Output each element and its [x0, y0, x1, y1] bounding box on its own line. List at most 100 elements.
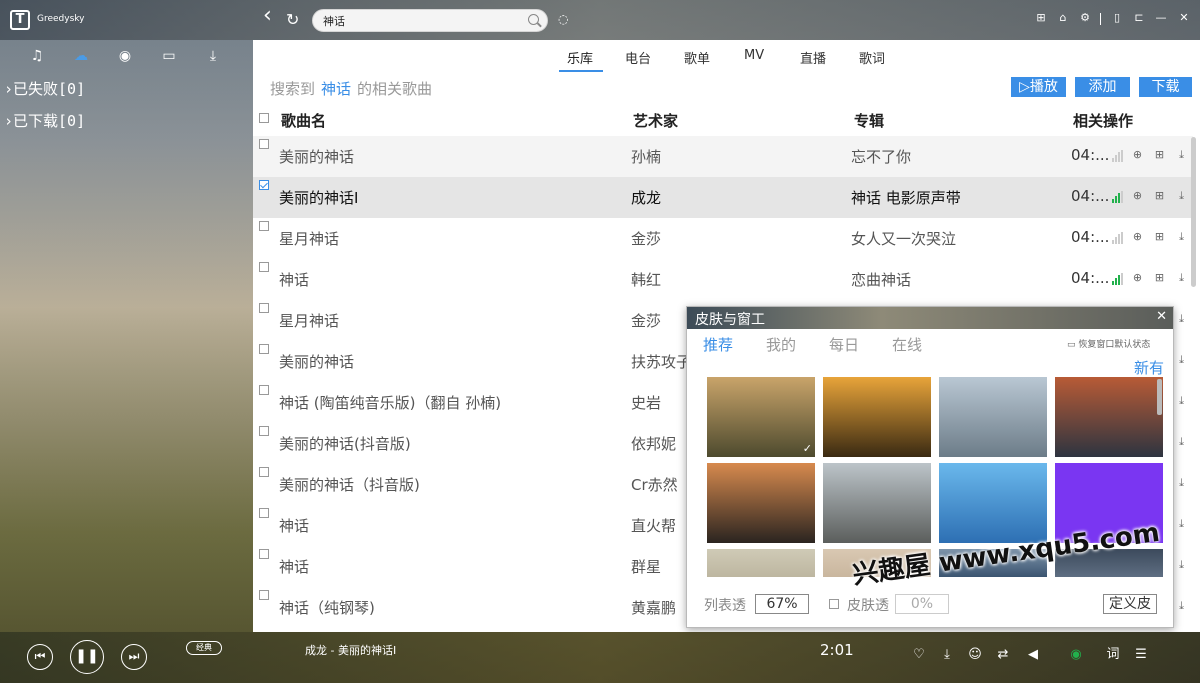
row-checkbox[interactable] [259, 385, 269, 395]
tab-live[interactable]: 直播 [800, 48, 826, 67]
download-icon[interactable]: ⤓ [1176, 313, 1187, 324]
skin-tab-recommend[interactable]: 推荐 [703, 334, 733, 355]
list-transparency-input[interactable]: 67% [755, 594, 809, 614]
row-checkbox[interactable] [259, 221, 269, 231]
add-to-list-icon[interactable]: ⊞ [1154, 272, 1165, 283]
skin-tab-mine[interactable]: 我的 [766, 334, 796, 355]
search-icon[interactable] [528, 14, 539, 25]
table-row[interactable]: 神话 韩红 恋曲神话 04:... ⊕ ⊞ ⤓ [253, 259, 1193, 300]
previous-icon[interactable]: ⏮ [27, 644, 53, 670]
tab-lyrics[interactable]: 歌词 [859, 48, 885, 67]
custom-skin-button[interactable]: 定义皮 [1103, 594, 1157, 614]
row-checkbox[interactable] [259, 180, 269, 190]
cloud-icon[interactable]: ☁ [72, 47, 90, 65]
tab-library[interactable]: 乐库 [567, 48, 593, 67]
download-icon[interactable]: ⤓ [1176, 518, 1187, 529]
comment-icon[interactable]: ☺ [968, 648, 982, 662]
shuffle-icon[interactable]: ⇄ [996, 648, 1010, 662]
table-row[interactable]: 星月神话 金莎 女人又一次哭泣 04:... ⊕ ⊞ ⤓ [253, 218, 1193, 259]
row-checkbox[interactable] [259, 467, 269, 477]
skin-thumbnail[interactable] [823, 377, 931, 457]
select-all-checkbox[interactable] [259, 113, 269, 123]
pause-icon[interactable]: ❚❚ [70, 640, 104, 674]
row-checkbox[interactable] [259, 139, 269, 149]
music-note-icon[interactable]: ♫ [28, 47, 46, 65]
mobile-icon[interactable]: ▯ [1111, 12, 1123, 24]
skin-tab-daily[interactable]: 每日 [829, 334, 859, 355]
close-icon[interactable]: ✕ [1156, 309, 1167, 324]
scrollbar[interactable] [1191, 137, 1196, 287]
download-icon[interactable]: ⤓ [1176, 190, 1187, 201]
skin-thumbnail[interactable]: ✓ [707, 377, 815, 457]
download-tray-icon[interactable]: ⤓ [204, 47, 222, 65]
add-to-list-icon[interactable]: ⊞ [1154, 190, 1165, 201]
column-header-artist[interactable]: 艺术家 [633, 110, 678, 131]
add-button[interactable]: 添加 [1075, 77, 1130, 97]
tab-mv[interactable]: MV [744, 48, 764, 63]
column-header-name[interactable]: 歌曲名 [281, 110, 326, 131]
search-input[interactable] [323, 13, 523, 29]
column-header-album[interactable]: 专辑 [854, 110, 884, 131]
row-checkbox[interactable] [259, 508, 269, 518]
download-icon[interactable]: ⤓ [1176, 395, 1187, 406]
refresh-icon[interactable]: ↻ [286, 10, 299, 30]
minimize-icon[interactable]: — [1155, 12, 1167, 24]
sound-effect-icon[interactable]: ◉ [1062, 648, 1090, 662]
tab-playlist[interactable]: 歌单 [684, 48, 710, 67]
next-icon[interactable]: ⏭ [121, 644, 147, 670]
device-icon[interactable]: ▭ [160, 47, 178, 65]
download-icon[interactable]: ⤓ [1176, 272, 1187, 283]
skin-transparency-checkbox[interactable] [829, 599, 839, 609]
play-button[interactable]: ▷播放 [1011, 77, 1066, 97]
new-skin-link[interactable]: 新有 [1134, 357, 1164, 378]
reset-window-button[interactable]: ▭ 恢复窗口默认状态 [1067, 337, 1150, 350]
close-icon[interactable]: ✕ [1178, 12, 1190, 24]
download-icon[interactable]: ⤓ [940, 648, 954, 662]
skin-shirt-icon[interactable]: ⌂ [1057, 12, 1069, 24]
mini-mode-icon[interactable]: ⊏ [1133, 12, 1145, 24]
play-mode-badge[interactable]: 经典 [186, 641, 222, 655]
download-icon[interactable]: ⤓ [1176, 477, 1187, 488]
tree-node-failed[interactable]: ›已失败[0] [4, 78, 85, 99]
row-checkbox[interactable] [259, 344, 269, 354]
back-icon[interactable]: ‹ [263, 5, 272, 27]
row-checkbox[interactable] [259, 262, 269, 272]
skin-transparency-input[interactable]: 0% [895, 594, 949, 614]
table-row[interactable]: 美丽的神话 孙楠 忘不了你 04:... ⊕ ⊞ ⤓ [253, 136, 1193, 177]
download-icon[interactable]: ⤓ [1176, 559, 1187, 570]
add-to-list-icon[interactable]: ⊞ [1154, 231, 1165, 242]
skin-thumbnail[interactable] [707, 463, 815, 543]
lyrics-icon[interactable]: 词 [1106, 648, 1120, 662]
add-to-list-icon[interactable]: ⊞ [1154, 149, 1165, 160]
grid-icon[interactable]: ⊞ [1035, 12, 1047, 24]
download-icon[interactable]: ⤓ [1176, 600, 1187, 611]
download-icon[interactable]: ⤓ [1176, 436, 1187, 447]
skin-thumbnail[interactable] [1055, 377, 1163, 457]
tree-node-downloaded[interactable]: ›已下载[0] [4, 110, 85, 131]
radio-icon[interactable]: ◉ [116, 47, 134, 65]
tab-radio[interactable]: 电台 [625, 48, 651, 67]
globe-icon[interactable]: ⊕ [1132, 272, 1143, 283]
row-checkbox[interactable] [259, 590, 269, 600]
row-checkbox[interactable] [259, 549, 269, 559]
download-icon[interactable]: ⤓ [1176, 231, 1187, 242]
settings-gear-icon[interactable]: ⚙ [1079, 12, 1091, 24]
download-icon[interactable]: ⤓ [1176, 354, 1187, 365]
download-icon[interactable]: ⤓ [1176, 149, 1187, 160]
row-checkbox[interactable] [259, 303, 269, 313]
globe-icon[interactable]: ⊕ [1132, 231, 1143, 242]
download-button[interactable]: 下载 [1139, 77, 1192, 97]
skin-tab-online[interactable]: 在线 [892, 334, 922, 355]
voice-search-icon[interactable]: ◌ [558, 12, 568, 26]
skin-thumbnail[interactable] [707, 549, 815, 577]
heart-icon[interactable]: ♡ [912, 648, 926, 662]
volume-icon[interactable]: ◀ [1026, 648, 1040, 662]
row-checkbox[interactable] [259, 426, 269, 436]
skin-thumbnail[interactable] [939, 377, 1047, 457]
search-box[interactable] [312, 9, 548, 32]
table-row[interactable]: 美丽的神话Ⅰ 成龙 神话 电影原声带 04:... ⊕ ⊞ ⤓ [253, 177, 1193, 218]
skin-thumbnail[interactable] [823, 463, 931, 543]
skin-scrollbar[interactable] [1157, 379, 1162, 415]
globe-icon[interactable]: ⊕ [1132, 149, 1143, 160]
globe-icon[interactable]: ⊕ [1132, 190, 1143, 201]
